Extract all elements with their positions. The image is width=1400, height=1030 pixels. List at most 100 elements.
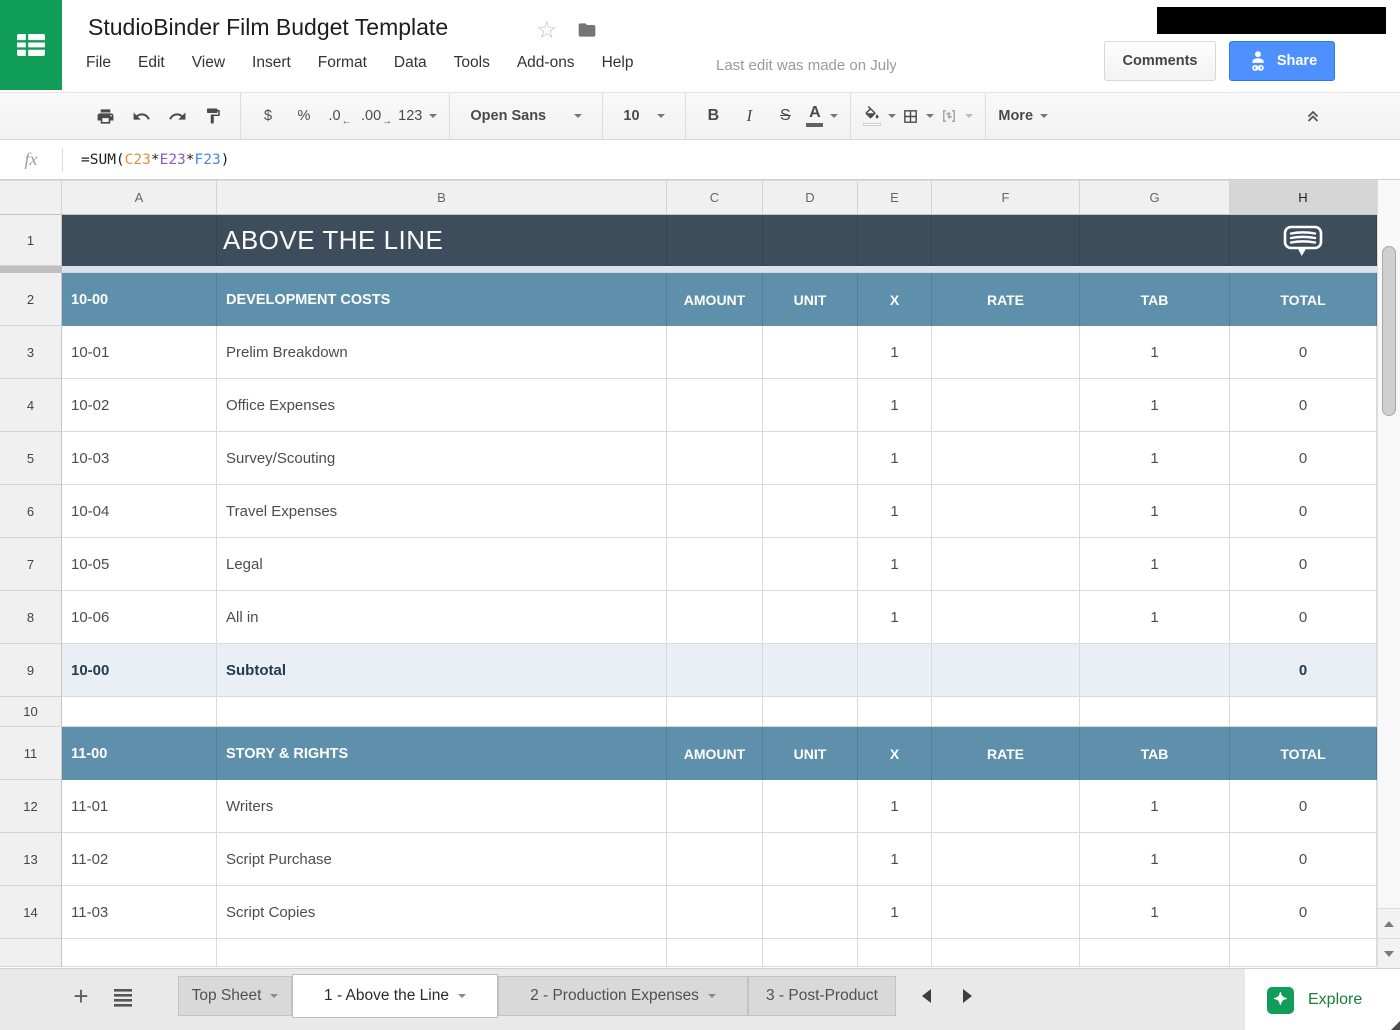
cell-E13[interactable]: 1 [858,833,932,886]
cell-A4[interactable]: 10-02 [62,379,217,432]
cell-H8[interactable]: 0 [1230,591,1377,644]
menu-format[interactable]: Format [318,54,367,72]
cell-F10[interactable] [932,697,1080,727]
grid-corner[interactable] [0,180,62,215]
sheet-tab-top-sheet[interactable]: Top Sheet [178,976,292,1016]
cell-F4[interactable] [932,379,1080,432]
col-header-b[interactable]: B [217,180,667,215]
scrollbar-thumb[interactable] [1382,246,1396,416]
cell-Gx[interactable] [1080,939,1230,967]
cell-H7[interactable]: 0 [1230,538,1377,591]
cell-E4[interactable]: 1 [858,379,932,432]
cell-G5[interactable]: 1 [1080,432,1230,485]
row-header-12[interactable]: 12 [0,780,62,833]
cell-H9[interactable]: 0 [1230,644,1377,697]
menu-add-ons[interactable]: Add-ons [517,54,575,72]
cell-C13[interactable] [667,833,763,886]
currency-format-button[interactable]: $ [253,99,283,133]
sheet-tab-1-above-the-line[interactable]: 1 - Above the Line [292,974,498,1018]
cell-E9[interactable] [858,644,932,697]
cell-E5[interactable]: 1 [858,432,932,485]
row-header-5[interactable]: 5 [0,432,62,485]
cell-F14[interactable] [932,886,1080,939]
cell-A8[interactable]: 10-06 [62,591,217,644]
cell-A5[interactable]: 10-03 [62,432,217,485]
row-header-9[interactable]: 9 [0,644,62,697]
cell-A9[interactable]: 10-00 [62,644,217,697]
cell-A11[interactable]: 11-00 [62,727,217,780]
cell-E7[interactable]: 1 [858,538,932,591]
paint-format-button[interactable] [198,99,228,133]
cell-F7[interactable] [932,538,1080,591]
cell-C2[interactable]: AMOUNT [667,273,763,326]
cell-A7[interactable]: 10-05 [62,538,217,591]
row-header-clipped[interactable] [0,939,62,967]
borders-button[interactable] [902,99,934,133]
cell-G13[interactable]: 1 [1080,833,1230,886]
cell-E8[interactable]: 1 [858,591,932,644]
row-header-10[interactable]: 10 [0,697,62,727]
document-title[interactable]: StudioBinder Film Budget Template [88,14,448,41]
comments-button[interactable]: Comments [1104,41,1216,81]
cell-C6[interactable] [667,485,763,538]
cell-A14[interactable]: 11-03 [62,886,217,939]
cell-Fx[interactable] [932,939,1080,967]
last-edit-link[interactable]: Last edit was made on July 28, 2016 by R… [716,57,896,74]
print-button[interactable] [90,99,120,133]
cell-C11[interactable]: AMOUNT [667,727,763,780]
font-family-select[interactable]: Open Sans [462,99,590,133]
menu-data[interactable]: Data [394,54,427,72]
cell-A1[interactable] [62,215,217,266]
cell-B8[interactable]: All in [217,591,667,644]
cell-D8[interactable] [763,591,858,644]
cell-G6[interactable]: 1 [1080,485,1230,538]
vertical-scrollbar[interactable] [1377,180,1400,968]
cell-H4[interactable]: 0 [1230,379,1377,432]
cell-E12[interactable]: 1 [858,780,932,833]
cell-E11[interactable]: X [858,727,932,780]
cell-B1[interactable]: ABOVE THE LINE [217,215,667,266]
row-header-3[interactable]: 3 [0,326,62,379]
all-sheets-button[interactable] [112,987,134,1012]
scroll-down-button[interactable] [1378,938,1400,968]
cell-B13[interactable]: Script Purchase [217,833,667,886]
sheet-tab-2-production-expenses[interactable]: 2 - Production Expenses [498,976,748,1016]
text-color-button[interactable]: A [806,99,838,133]
cell-H6[interactable]: 0 [1230,485,1377,538]
cell-F5[interactable] [932,432,1080,485]
cell-B11[interactable]: STORY & RIGHTS [217,727,667,780]
cell-B7[interactable]: Legal [217,538,667,591]
cell-B10[interactable] [217,697,667,727]
cell-F13[interactable] [932,833,1080,886]
cell-C7[interactable] [667,538,763,591]
cell-G11[interactable]: TAB [1080,727,1230,780]
cell-D11[interactable]: UNIT [763,727,858,780]
bold-button[interactable]: B [698,99,728,133]
cell-B14[interactable]: Script Copies [217,886,667,939]
cell-D7[interactable] [763,538,858,591]
cell-C10[interactable] [667,697,763,727]
col-header-e[interactable]: E [858,180,932,215]
tab-scroll-right-button[interactable] [963,989,972,1003]
cell-D14[interactable] [763,886,858,939]
menu-tools[interactable]: Tools [454,54,490,72]
cell-D9[interactable] [763,644,858,697]
cell-G14[interactable]: 1 [1080,886,1230,939]
cell-F2[interactable]: RATE [932,273,1080,326]
cell-H14[interactable]: 0 [1230,886,1377,939]
cell-B6[interactable]: Travel Expenses [217,485,667,538]
row-header-4[interactable]: 4 [0,379,62,432]
row-header-1[interactable]: 1 [0,215,62,266]
italic-button[interactable]: I [734,99,764,133]
merge-cells-button[interactable] [940,99,973,133]
cell-F8[interactable] [932,591,1080,644]
cell-A12[interactable]: 11-01 [62,780,217,833]
cell-H3[interactable]: 0 [1230,326,1377,379]
cell-C14[interactable] [667,886,763,939]
fill-color-button[interactable] [863,99,896,133]
cell-G9[interactable] [1080,644,1230,697]
add-sheet-button[interactable]: + [66,979,96,1013]
cell-Ex[interactable] [858,939,932,967]
cell-D12[interactable] [763,780,858,833]
cell-Cx[interactable] [667,939,763,967]
